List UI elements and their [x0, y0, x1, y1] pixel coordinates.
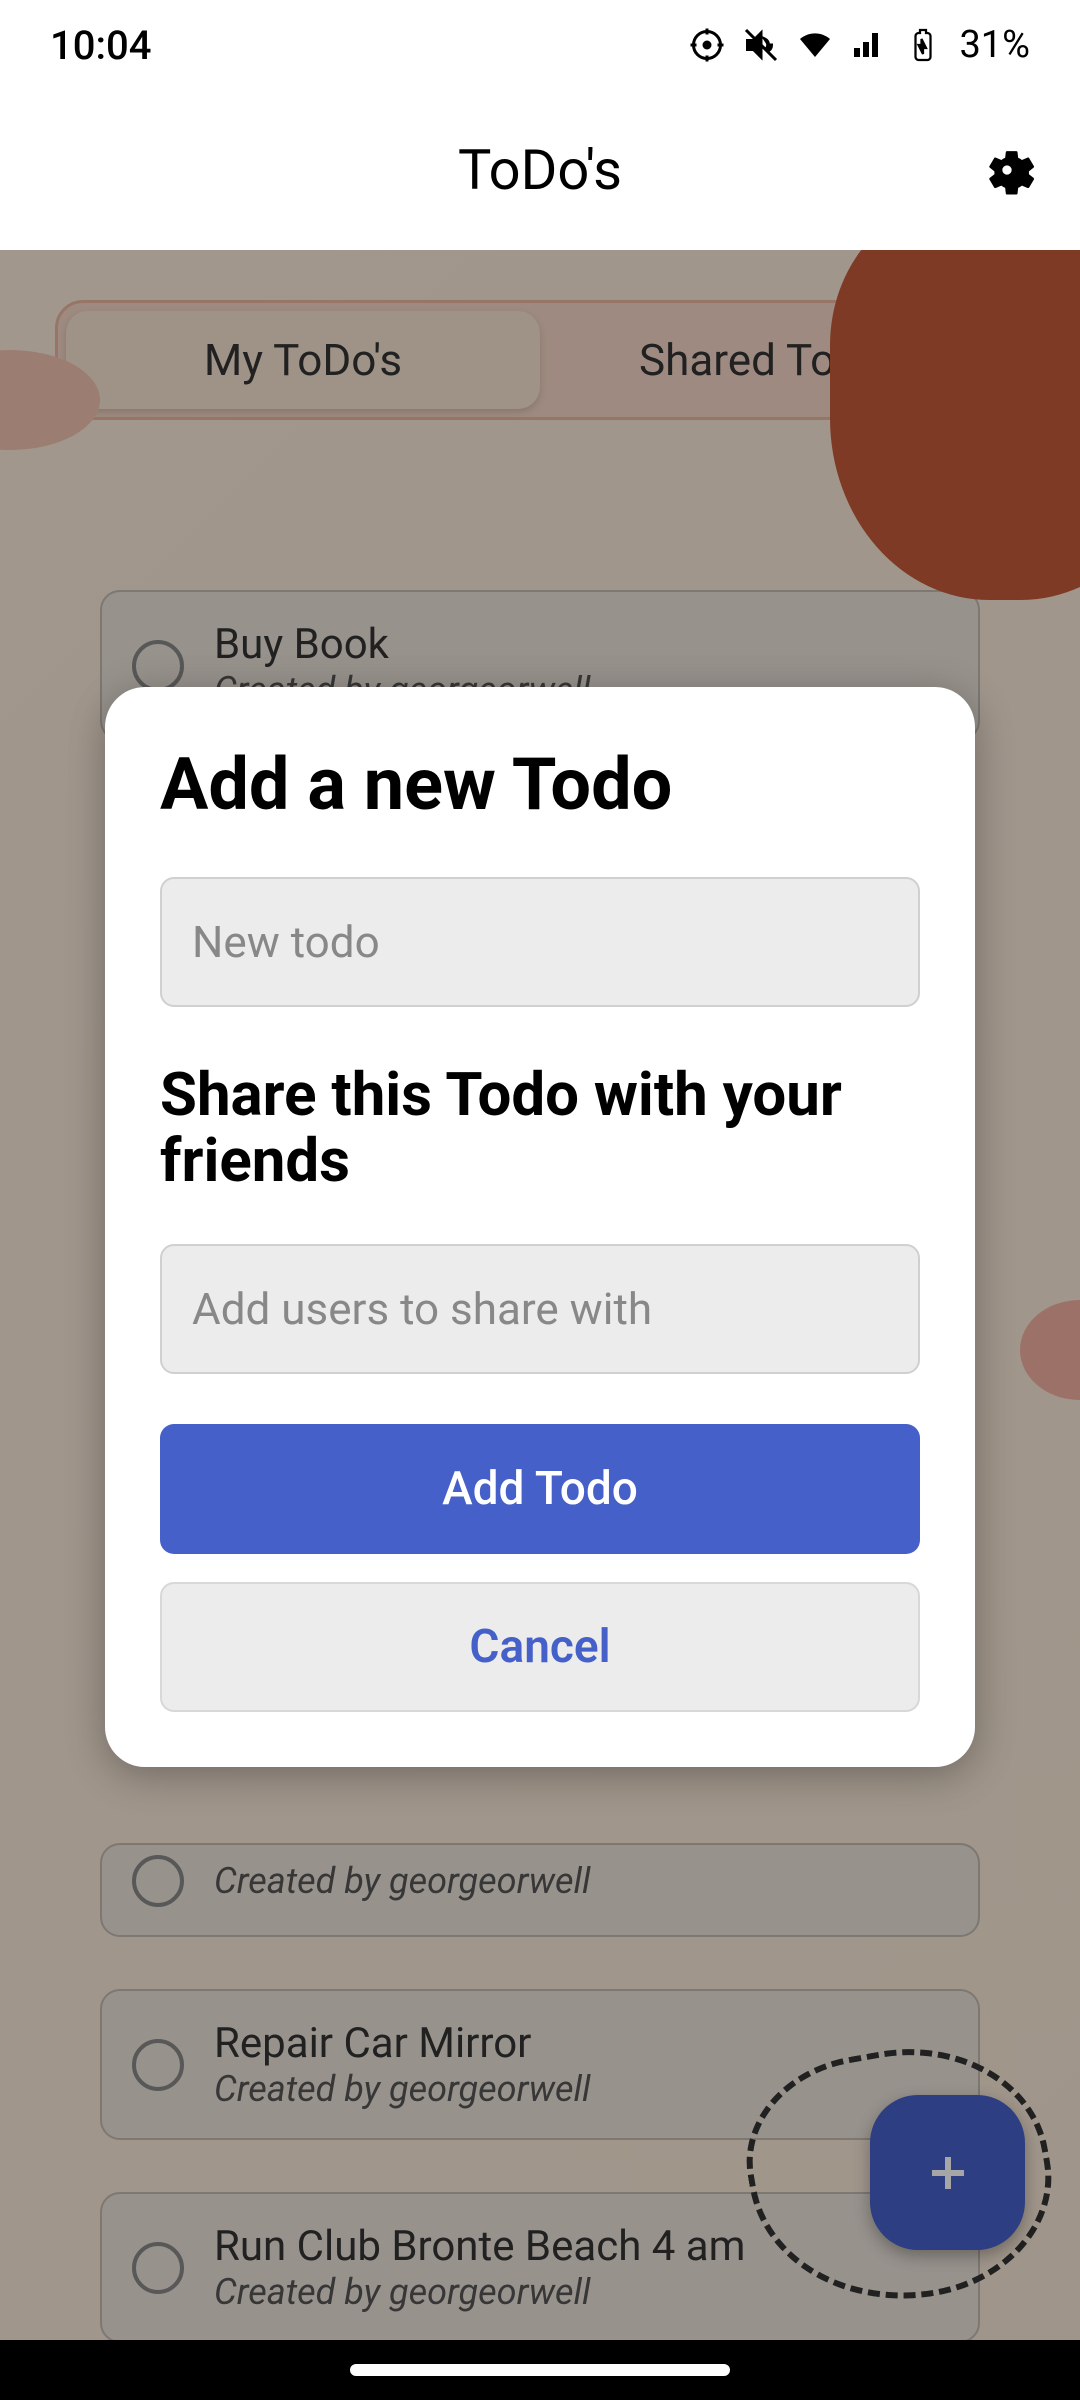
battery-icon	[905, 27, 941, 63]
status-icons: 31%	[689, 23, 1030, 67]
mute-icon	[743, 27, 779, 63]
add-todo-modal: Add a new Todo Share this Todo with your…	[105, 687, 975, 1767]
modal-share-title: Share this Todo with your friends	[160, 1062, 920, 1194]
navigation-bar	[0, 2340, 1080, 2400]
status-bar: 10:04 31%	[0, 0, 1080, 90]
gear-icon[interactable]	[979, 142, 1035, 198]
new-todo-input[interactable]	[160, 877, 920, 1007]
page-title: ToDo's	[458, 137, 622, 203]
battery-percent: 31%	[959, 23, 1030, 67]
wifi-icon	[797, 27, 833, 63]
home-indicator[interactable]	[350, 2364, 730, 2376]
status-time: 10:04	[50, 22, 151, 69]
modal-title: Add a new Todo	[160, 742, 920, 827]
cancel-button[interactable]: Cancel	[160, 1582, 920, 1712]
signal-icon	[851, 27, 887, 63]
target-icon	[689, 27, 725, 63]
app-header: ToDo's	[0, 90, 1080, 250]
share-users-input[interactable]	[160, 1244, 920, 1374]
add-todo-button[interactable]: Add Todo	[160, 1424, 920, 1554]
